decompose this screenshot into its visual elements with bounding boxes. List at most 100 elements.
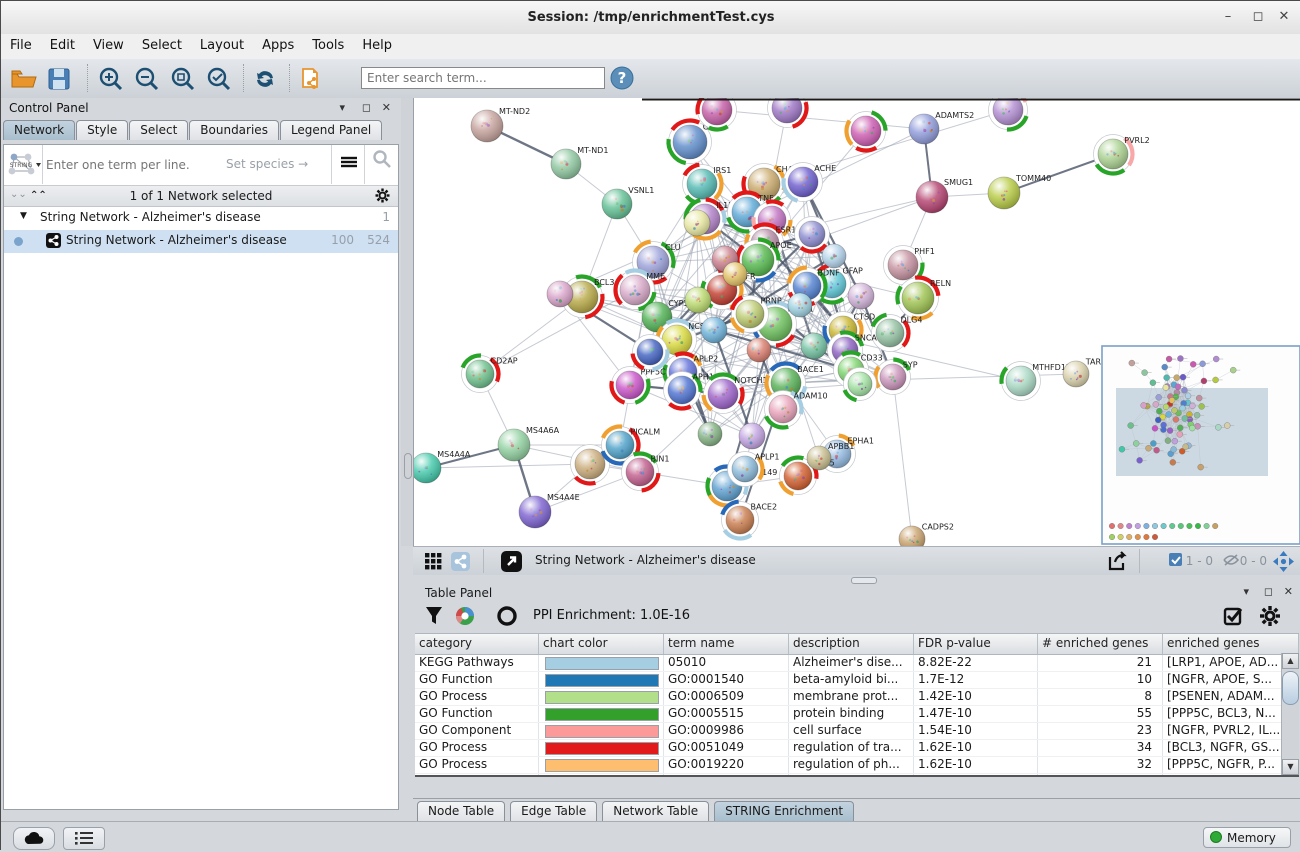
scroll-up-icon[interactable]: ▲	[1282, 653, 1299, 669]
menu-layout[interactable]: Layout	[191, 34, 253, 53]
network-node[interactable]	[547, 281, 573, 307]
panel-float-icon[interactable]: ◻	[1264, 585, 1273, 598]
donut-chart-icon[interactable]	[497, 606, 517, 629]
tab-boundaries[interactable]: Boundaries	[189, 120, 279, 140]
open-session-icon[interactable]	[9, 65, 37, 93]
network-node[interactable]	[739, 423, 765, 449]
birds-eye-navigator[interactable]	[1102, 346, 1300, 544]
tab-node-table[interactable]: Node Table	[417, 801, 505, 821]
network-node-mt-nd2[interactable]: MT-ND2	[471, 107, 530, 142]
network-edge[interactable]	[893, 377, 912, 539]
network-node[interactable]	[698, 422, 722, 446]
network-node[interactable]	[747, 338, 771, 362]
grid-view-icon[interactable]	[425, 553, 442, 573]
tab-select[interactable]: Select	[129, 120, 188, 140]
network-node-ms4a6a[interactable]: MS4A6A	[498, 426, 560, 461]
network-canvas[interactable]: MT-ND2MT-ND1VSNL1GAB2ADAMTS2PVRL2TOMM40S…	[413, 98, 1300, 546]
scrollbar-thumb[interactable]	[1282, 671, 1299, 705]
network-node-syp[interactable]: SYP	[876, 360, 918, 395]
maximize-button[interactable]: ◻	[1247, 9, 1269, 27]
network-node-ache[interactable]: ACHE	[784, 163, 837, 202]
network-edge[interactable]	[426, 464, 590, 468]
panel-close-icon[interactable]: ✕	[382, 101, 391, 114]
network-node-vsnl1[interactable]: VSNL1	[602, 186, 654, 219]
tab-string-enrichment[interactable]: STRING Enrichment	[714, 801, 854, 821]
network-node-bin1[interactable]: BIN1	[622, 453, 670, 490]
network-node[interactable]	[989, 98, 1028, 130]
network-row[interactable]: String Network - Alzheimer's disease 100…	[4, 230, 398, 253]
network-node-mthfd1l[interactable]: MTHFD1L	[1002, 362, 1071, 401]
menu-help[interactable]: Help	[353, 34, 401, 53]
zoom-fit-icon[interactable]	[169, 65, 197, 93]
minimize-button[interactable]: –	[1217, 9, 1239, 27]
table-row[interactable]: GO FunctionGO:0005515protein binding1.47…	[415, 706, 1299, 723]
network-node-ppp5c[interactable]: PPP5C	[612, 367, 667, 404]
search-input[interactable]	[361, 67, 605, 89]
network-node[interactable]	[684, 210, 710, 236]
table-row[interactable]: GO ProcessGO:0006509membrane prot...1.42…	[415, 689, 1299, 706]
splitter-handle[interactable]	[404, 453, 412, 479]
network-node[interactable]	[848, 283, 874, 309]
menu-edit[interactable]: Edit	[41, 34, 84, 53]
pie-chart-icon[interactable]	[455, 606, 475, 629]
network-edge[interactable]	[717, 110, 924, 129]
tab-edge-table[interactable]: Edge Table	[510, 801, 597, 821]
string-query-input[interactable]	[44, 153, 218, 177]
table-row[interactable]: KEGG Pathways05010Alzheimer's dise...8.8…	[415, 655, 1299, 672]
menu-tools[interactable]: Tools	[303, 34, 353, 53]
column-header[interactable]: description	[789, 634, 914, 654]
menu-apps[interactable]: Apps	[253, 34, 303, 53]
network-node-ms4a4e[interactable]: MS4A4E	[519, 493, 580, 528]
network-node[interactable]	[701, 317, 727, 343]
copy-network-icon[interactable]	[297, 65, 325, 93]
menu-view[interactable]: View	[84, 34, 133, 53]
column-header[interactable]: category	[415, 634, 539, 654]
network-node-mt-nd1[interactable]: MT-ND1	[551, 146, 608, 179]
network-node-cadps2[interactable]: CADPS2	[899, 522, 954, 546]
string-search-icon[interactable]	[364, 145, 398, 184]
table-row[interactable]: GO ProcessGO:0019220regulation of ph...1…	[415, 757, 1299, 774]
network-node[interactable]	[685, 287, 711, 313]
zoom-out-icon[interactable]	[133, 65, 161, 93]
close-button[interactable]: ✕	[1273, 9, 1295, 27]
memory-button[interactable]: Memory	[1203, 827, 1291, 848]
panel-menu-icon[interactable]: ▾	[1243, 585, 1249, 598]
tab-legend-panel[interactable]: Legend Panel	[280, 120, 382, 140]
network-node[interactable]	[788, 293, 812, 317]
open-external-icon[interactable]	[501, 551, 522, 575]
select-terms-icon[interactable]	[1223, 605, 1245, 630]
string-options-icon[interactable]	[331, 145, 365, 184]
column-header[interactable]: # enriched genes	[1038, 634, 1163, 654]
panel-splitter-horizontal[interactable]	[413, 575, 1300, 584]
network-node[interactable]	[795, 217, 830, 252]
panel-menu-icon[interactable]: ▾	[339, 101, 345, 114]
filter-icon[interactable]	[425, 606, 443, 629]
network-collection-row[interactable]: ▼ String Network - Alzheimer's disease 1	[4, 207, 398, 230]
share-network-icon[interactable]	[451, 552, 470, 574]
tab-style[interactable]: Style	[76, 120, 128, 140]
network-node-tomm40[interactable]: TOMM40	[988, 174, 1051, 209]
network-node[interactable]	[801, 333, 827, 359]
network-node[interactable]	[822, 244, 846, 268]
panel-float-icon[interactable]: ◻	[362, 101, 371, 114]
refresh-icon[interactable]	[251, 65, 279, 93]
menu-select[interactable]: Select	[133, 34, 191, 53]
collection-collapse-icon[interactable]: ▼	[20, 211, 27, 221]
column-header[interactable]: chart color	[539, 634, 664, 654]
string-logo-icon[interactable]: STRING	[4, 145, 43, 184]
network-node-pvrl2[interactable]: PVRL2	[1094, 135, 1150, 174]
splitter-handle[interactable]	[851, 577, 877, 584]
network-node-cd2ap[interactable]: CD2AP	[462, 355, 518, 392]
cloud-tasks-button[interactable]	[13, 827, 55, 850]
navigator-toggle-icon[interactable]	[1272, 550, 1295, 576]
table-row[interactable]: GO FunctionGO:0001540beta-amyloid bi...1…	[415, 672, 1299, 689]
settings-gear-icon[interactable]	[1259, 605, 1281, 630]
zoom-selected-icon[interactable]	[205, 65, 233, 93]
network-node-ms4a4a[interactable]: MS4A4A	[414, 450, 471, 483]
table-scrollbar[interactable]: ▲ ▼	[1281, 653, 1299, 775]
zoom-in-icon[interactable]	[97, 65, 125, 93]
network-node[interactable]	[844, 368, 877, 401]
table-row[interactable]: GO ProcessGO:0051049regulation of tra...…	[415, 740, 1299, 757]
column-header[interactable]: term name	[664, 634, 789, 654]
column-header[interactable]: enriched genes	[1163, 634, 1299, 654]
